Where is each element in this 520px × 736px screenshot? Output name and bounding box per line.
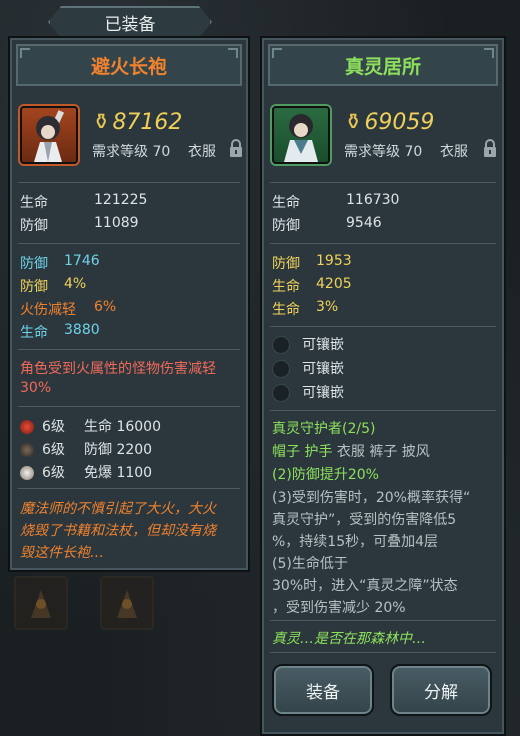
gem-socket[interactable]: 可镶嵌 <box>272 358 344 378</box>
divider <box>18 349 240 350</box>
empty-socket-icon <box>272 384 290 402</box>
skull-gem-icon <box>20 466 34 480</box>
bonus-stat-row: 生命 3% <box>272 299 339 318</box>
corner-ornament <box>20 48 30 58</box>
claw-item-icon <box>31 590 51 618</box>
bonus-stat-row: 防御 1746 <box>20 253 100 272</box>
bonus-stat-row: 生命 3880 <box>20 322 100 341</box>
slot-type: 衣服 <box>188 144 216 160</box>
equip-button[interactable]: 装备 <box>272 664 374 716</box>
inventory-slot[interactable] <box>100 576 154 630</box>
set-bonus-inactive: ，受到伤害减少 20% <box>272 600 406 616</box>
set-bonus-inactive: 真灵守护”，受到的伤害降低5 <box>272 512 457 528</box>
base-stat-row: 防御 11089 <box>20 215 139 234</box>
divider <box>270 410 496 411</box>
corner-ornament <box>228 48 238 58</box>
power-score: ⚱87162 <box>92 110 183 135</box>
power-score: ⚱69059 <box>344 110 435 135</box>
lock-icon[interactable] <box>482 138 498 158</box>
divider <box>270 182 496 183</box>
set-bonus-inactive: 30%时，进入“真灵之障”状态 <box>272 578 458 594</box>
divider <box>18 182 240 183</box>
divider <box>270 326 496 327</box>
item-title: 真灵居所 <box>344 55 421 78</box>
dismantle-button[interactable]: 分解 <box>390 664 492 716</box>
red-gem-icon <box>20 420 34 434</box>
item-avatar[interactable] <box>20 106 78 164</box>
divider <box>270 652 496 653</box>
divider <box>18 243 240 244</box>
item-avatar[interactable] <box>272 106 330 164</box>
special-effect: 30% <box>20 380 52 396</box>
gem-row: 6级 生命 16000 <box>20 416 161 436</box>
lore-text: 真灵…是否在那森林中… <box>272 631 426 647</box>
base-stat-row: 生命 121225 <box>20 192 148 211</box>
divider <box>270 243 496 244</box>
gem-socket[interactable]: 可镶嵌 <box>272 334 344 354</box>
required-level: 需求等级 70 <box>92 144 171 160</box>
gem-socket[interactable]: 可镶嵌 <box>272 382 344 402</box>
dark-gem-icon <box>20 443 34 457</box>
inventory-slot[interactable] <box>14 576 68 630</box>
corner-ornament <box>484 48 494 58</box>
item-title: 避火长袍 <box>90 55 167 78</box>
power-icon: ⚱ <box>92 110 111 135</box>
robe-character-icon <box>34 110 65 162</box>
claw-item-icon <box>117 590 137 618</box>
divider <box>270 620 496 621</box>
set-title: 真灵守护者(2/5) <box>272 421 376 437</box>
bonus-stat-row: 防御 4% <box>20 276 87 295</box>
divider <box>18 488 240 489</box>
empty-socket-icon <box>272 336 290 354</box>
set-pieces: 帽子 护手 衣服 裤子 披风 <box>272 444 430 460</box>
equipped-item-panel: 避火长袍 ⚱87162 需求等级 70 衣服 生命 121225 防御 11089 … <box>8 36 250 572</box>
bonus-stat-row: 火伤减轻 6% <box>20 299 117 318</box>
empty-socket-icon <box>272 360 290 378</box>
panel-header: 真灵居所 <box>268 44 498 86</box>
set-bonus-active: (2)防御提升20% <box>272 467 379 483</box>
equipped-tab: 已装备 <box>48 6 212 38</box>
corner-ornament <box>272 48 282 58</box>
slot-type: 衣服 <box>440 144 468 160</box>
base-stat-row: 防御 9546 <box>272 215 382 234</box>
spirit-character-icon <box>284 114 318 162</box>
lore-text: 烧毁了书籍和法杖，但却没有烧 <box>20 523 216 539</box>
compare-item-panel: 真灵居所 ⚱69059 需求等级 70 衣服 生命 116730 防御 9546 防… <box>260 36 506 736</box>
gem-row: 6级 防御 2200 <box>20 439 152 459</box>
special-effect: 角色受到火属性的怪物伤害减轻 <box>20 361 216 377</box>
power-icon: ⚱ <box>344 110 363 135</box>
set-bonus-inactive: (3)受到伤害时，20%概率获得“ <box>272 490 471 506</box>
lore-text: 毁这件长袍… <box>20 545 104 561</box>
set-bonus-inactive: (5)生命低于 <box>272 556 348 572</box>
bonus-stat-row: 防御 1953 <box>272 253 352 272</box>
divider <box>18 406 240 407</box>
lock-icon[interactable] <box>228 138 244 158</box>
panel-header: 避火长袍 <box>16 44 242 86</box>
bonus-stat-row: 生命 4205 <box>272 276 352 295</box>
gem-row: 6级 免爆 1100 <box>20 462 152 482</box>
required-level: 需求等级 70 <box>344 144 423 160</box>
lore-text: 魔法师的不慎引起了大火，大火 <box>20 501 216 517</box>
base-stat-row: 生命 116730 <box>272 192 400 211</box>
set-bonus-inactive: %，持续15秒，可叠加4层 <box>272 534 439 550</box>
